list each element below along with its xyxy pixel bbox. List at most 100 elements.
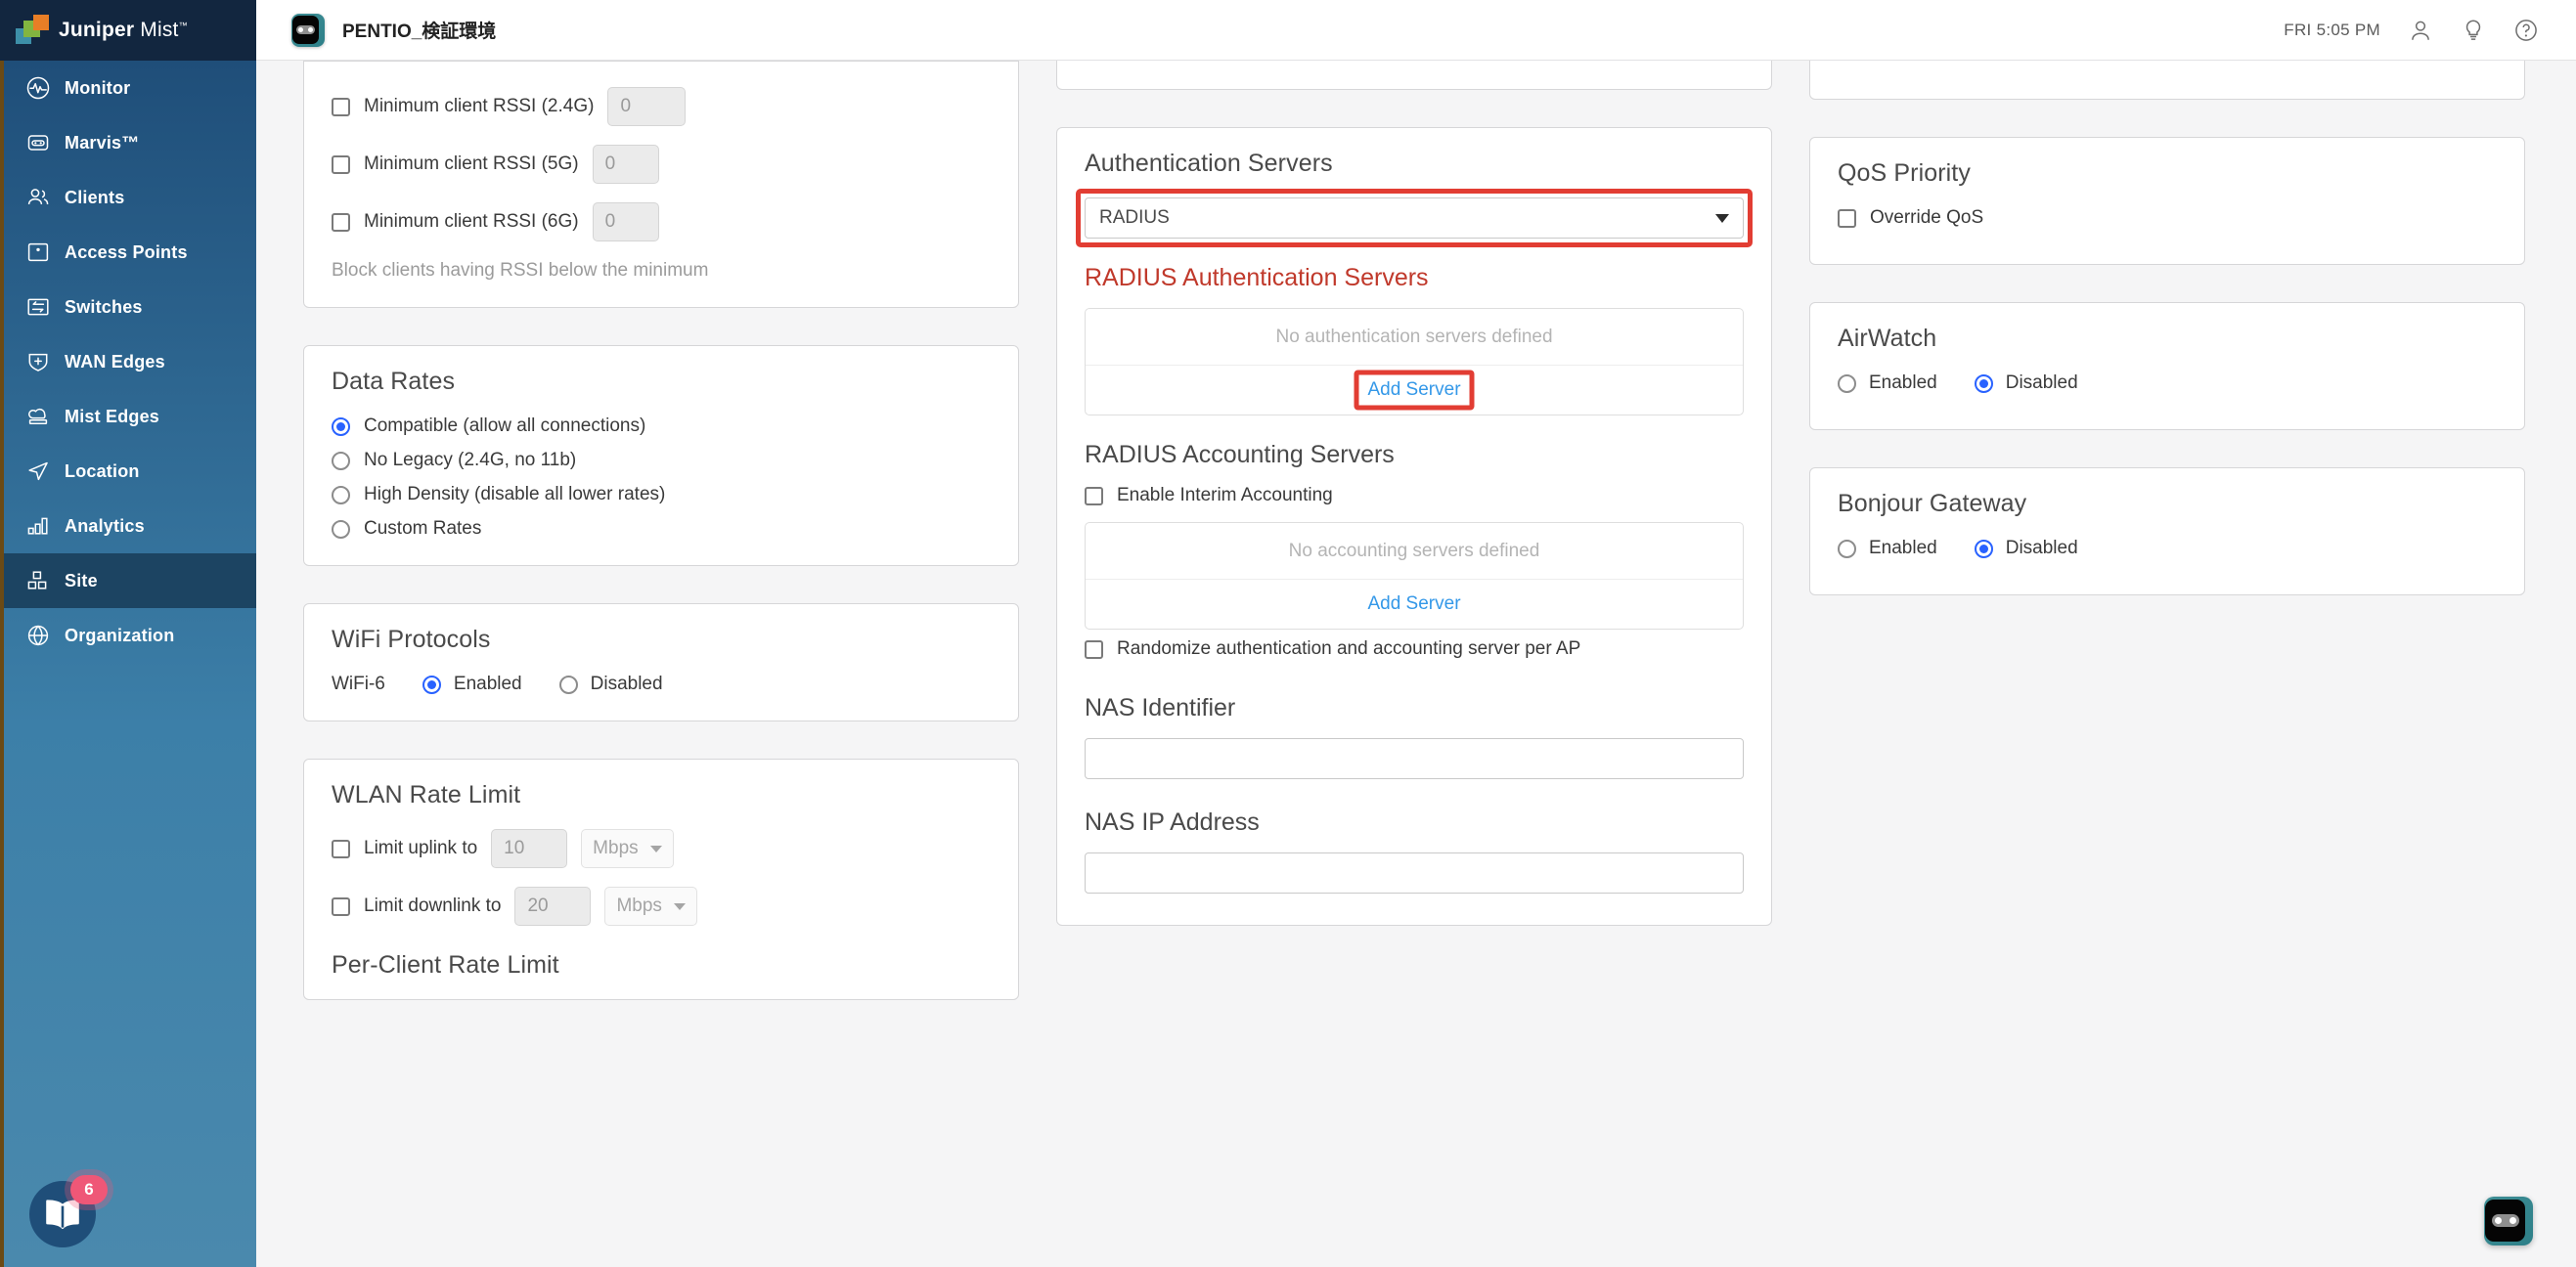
randomize-server-row: Randomize authentication and accounting … bbox=[1085, 637, 1744, 661]
qos-priority-card: QoS Priority Override QoS bbox=[1809, 137, 2525, 265]
authentication-servers-card: Authentication Servers RADIUS RADIUS Aut… bbox=[1056, 127, 1772, 926]
radius-accounting-servers-list: No accounting servers defined Add Server bbox=[1085, 522, 1744, 630]
bonjour-enabled-label: Enabled bbox=[1869, 538, 1937, 559]
airwatch-enabled-radio[interactable] bbox=[1838, 374, 1856, 393]
data-rate-compatible-radio[interactable] bbox=[332, 417, 350, 436]
rssi-row-6g: Minimum client RSSI (6G) 0 bbox=[332, 202, 991, 241]
nas-ip-address-input[interactable] bbox=[1085, 852, 1744, 894]
radius-auth-servers-list: No authentication servers defined Add Se… bbox=[1085, 308, 1744, 415]
sidebar-item-access-points[interactable]: Access Points bbox=[4, 225, 256, 280]
sidebar-item-clients[interactable]: Clients bbox=[4, 170, 256, 225]
override-qos-checkbox[interactable] bbox=[1838, 209, 1856, 228]
wlan-uplink-value: 10 bbox=[504, 838, 524, 859]
wlan-uplink-checkbox[interactable] bbox=[332, 840, 350, 858]
wlan-downlink-unit-select[interactable]: Mbps bbox=[604, 887, 696, 926]
account-icon[interactable] bbox=[2408, 18, 2433, 43]
airwatch-card: AirWatch Enabled Disabled bbox=[1809, 302, 2525, 430]
rssi-24g-label: Minimum client RSSI (2.4G) bbox=[364, 96, 594, 117]
bonjour-enabled-radio[interactable] bbox=[1838, 540, 1856, 558]
bonjour-radio-row: Enabled Disabled bbox=[1838, 538, 2497, 559]
sidebar-item-label: Mist Edges bbox=[65, 407, 159, 427]
rssi-6g-input[interactable]: 0 bbox=[593, 202, 659, 241]
help-resource-center-button[interactable]: 6 bbox=[29, 1181, 96, 1247]
data-rate-option-high-density[interactable]: High Density (disable all lower rates) bbox=[332, 484, 991, 505]
data-rates-card: Data Rates Compatible (allow all connect… bbox=[303, 345, 1019, 566]
wlan-downlink-value: 20 bbox=[527, 896, 548, 917]
sidebar-item-monitor[interactable]: Monitor bbox=[4, 61, 256, 115]
wlan-uplink-unit-value: Mbps bbox=[593, 838, 638, 859]
wlan-downlink-input[interactable]: 20 bbox=[514, 887, 591, 926]
data-rate-no-legacy-label: No Legacy (2.4G, no 11b) bbox=[364, 450, 576, 471]
sidebar-item-switches[interactable]: Switches bbox=[4, 280, 256, 334]
wifi6-enabled-radio[interactable] bbox=[422, 676, 441, 694]
airwatch-enabled-label: Enabled bbox=[1869, 372, 1937, 394]
nas-identifier-title: NAS Identifier bbox=[1085, 694, 1744, 722]
sidebar-item-mist-edges[interactable]: Mist Edges bbox=[4, 389, 256, 444]
analytics-icon bbox=[25, 513, 51, 539]
wlan-downlink-row: Limit downlink to 20 Mbps bbox=[332, 887, 991, 926]
top-bar: Juniper Mist™ PENTIO_検証環境 FRI 5:05 PM bbox=[0, 0, 2576, 61]
auth-server-type-value: RADIUS bbox=[1099, 207, 1170, 229]
sidebar-item-organization[interactable]: Organization bbox=[4, 608, 256, 663]
wlan-rate-limit-title: WLAN Rate Limit bbox=[332, 781, 991, 809]
interim-accounting-label: Enable Interim Accounting bbox=[1117, 485, 1333, 506]
bonjour-disabled-label: Disabled bbox=[2006, 538, 2078, 559]
minimum-client-rssi-card: Minimum client RSSI (2.4G) 0 Minimum cli… bbox=[303, 61, 1019, 308]
sidebar-item-label: Location bbox=[65, 461, 140, 482]
wlan-uplink-label: Limit uplink to bbox=[364, 838, 477, 859]
wlan-uplink-unit-select[interactable]: Mbps bbox=[581, 829, 673, 868]
wifi6-disabled-radio[interactable] bbox=[559, 676, 578, 694]
help-icon[interactable] bbox=[2513, 18, 2539, 43]
marvis-tile-icon[interactable] bbox=[291, 14, 325, 47]
interim-accounting-checkbox[interactable] bbox=[1085, 487, 1103, 505]
qos-priority-title: QoS Priority bbox=[1838, 159, 2497, 188]
sidebar-item-site[interactable]: Site bbox=[4, 553, 256, 608]
data-rates-title: Data Rates bbox=[332, 368, 991, 396]
auth-server-type-select-wrapper: RADIUS bbox=[1085, 197, 1744, 239]
data-rate-high-density-radio[interactable] bbox=[332, 486, 350, 504]
airwatch-radio-row: Enabled Disabled bbox=[1838, 372, 2497, 394]
mist-edge-icon bbox=[25, 404, 51, 429]
sidebar-item-location[interactable]: Location bbox=[4, 444, 256, 499]
rssi-24g-value: 0 bbox=[620, 96, 631, 117]
marvis-chat-icon[interactable] bbox=[2484, 1197, 2533, 1245]
data-rate-option-compatible[interactable]: Compatible (allow all connections) bbox=[332, 415, 991, 437]
sidebar-item-wan-edges[interactable]: WAN Edges bbox=[4, 334, 256, 389]
rssi-24g-input[interactable]: 0 bbox=[607, 87, 686, 126]
radius-auth-add-server-button[interactable]: Add Server bbox=[1363, 379, 1464, 401]
data-rate-no-legacy-radio[interactable] bbox=[332, 452, 350, 470]
wlan-downlink-checkbox[interactable] bbox=[332, 897, 350, 916]
lightbulb-icon[interactable] bbox=[2461, 18, 2486, 43]
sidebar-item-marvis[interactable]: Marvis™ bbox=[4, 115, 256, 170]
wlan-rate-limit-card: WLAN Rate Limit Limit uplink to 10 Mbps … bbox=[303, 759, 1019, 1000]
data-rate-option-custom[interactable]: Custom Rates bbox=[332, 518, 991, 540]
rssi-5g-input[interactable]: 0 bbox=[593, 145, 659, 184]
rssi-6g-value: 0 bbox=[605, 211, 616, 233]
bonjour-disabled-radio[interactable] bbox=[1975, 540, 1993, 558]
rssi-5g-label: Minimum client RSSI (5G) bbox=[364, 153, 579, 175]
rssi-24g-checkbox[interactable] bbox=[332, 98, 350, 116]
wifi6-row: WiFi-6 Enabled Disabled bbox=[332, 674, 991, 695]
auth-server-type-select[interactable]: RADIUS bbox=[1085, 197, 1744, 239]
bonjour-gateway-title: Bonjour Gateway bbox=[1838, 490, 2497, 518]
wifi-protocols-card: WiFi Protocols WiFi-6 Enabled Disabled bbox=[303, 603, 1019, 721]
data-rate-option-no-legacy[interactable]: No Legacy (2.4G, no 11b) bbox=[332, 450, 991, 471]
sidebar-item-analytics[interactable]: Analytics bbox=[4, 499, 256, 553]
data-rate-custom-radio[interactable] bbox=[332, 520, 350, 539]
rssi-6g-checkbox[interactable] bbox=[332, 213, 350, 232]
rssi-6g-label: Minimum client RSSI (6G) bbox=[364, 211, 579, 233]
wlan-uplink-input[interactable]: 10 bbox=[491, 829, 567, 868]
brand-text: Juniper Mist™ bbox=[59, 19, 188, 42]
nas-identifier-input[interactable] bbox=[1085, 738, 1744, 779]
rssi-5g-checkbox[interactable] bbox=[332, 155, 350, 174]
brand-logo-area[interactable]: Juniper Mist™ bbox=[0, 0, 256, 61]
chevron-down-icon bbox=[650, 846, 662, 852]
sidebar-item-label: Switches bbox=[65, 297, 143, 318]
center-top-stub-card bbox=[1056, 61, 1772, 90]
radius-accounting-add-server-button[interactable]: Add Server bbox=[1363, 593, 1464, 615]
wifi6-label: WiFi-6 bbox=[332, 674, 385, 695]
wan-edge-icon bbox=[25, 349, 51, 374]
sidebar-item-label: Organization bbox=[65, 626, 174, 646]
airwatch-disabled-radio[interactable] bbox=[1975, 374, 1993, 393]
randomize-server-checkbox[interactable] bbox=[1085, 640, 1103, 659]
